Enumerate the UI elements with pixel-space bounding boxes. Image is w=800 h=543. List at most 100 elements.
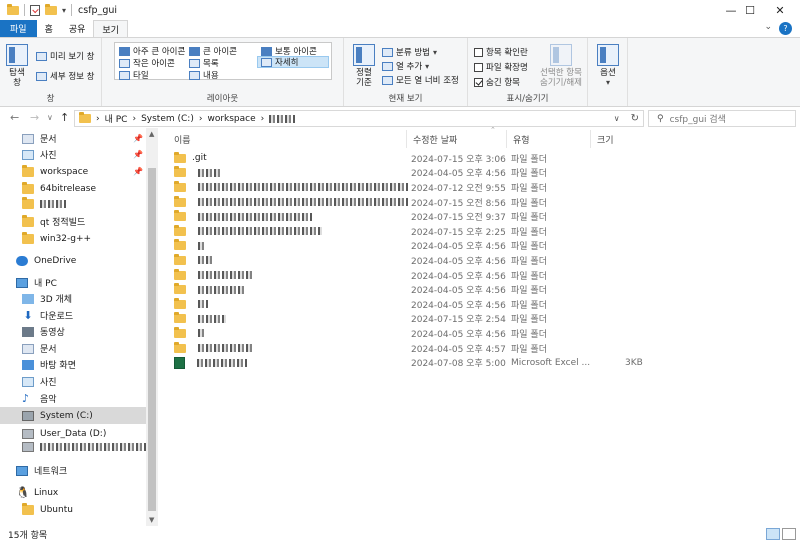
sidebar-item-label: 바탕 화면: [40, 361, 76, 371]
breadcrumb-redacted[interactable]: [269, 114, 296, 123]
redacted-file-name: [198, 168, 220, 177]
scroll-up-icon[interactable]: ▲: [149, 130, 154, 138]
breadcrumb-separator: ›: [198, 113, 203, 124]
refresh-icon[interactable]: ↻: [631, 113, 639, 124]
fit-columns-button[interactable]: 모든 열 너비 조정: [382, 74, 459, 86]
table-row[interactable]: .git 2024-07-15 오후 3:06 파일 폴더: [168, 151, 798, 166]
back-arrow-icon[interactable]: ←: [10, 111, 19, 124]
sidebar-item-videos[interactable]: 동영상: [0, 323, 146, 340]
chevron-down-icon[interactable]: ∨: [614, 114, 620, 123]
sidebar-item-documents[interactable]: 문서 📌: [0, 130, 146, 147]
group-by-button[interactable]: 분류 방법 ▾: [382, 46, 437, 58]
sidebar-item-desktop[interactable]: 바탕 화면: [0, 356, 146, 373]
table-row[interactable]: 2024-04-05 오후 4:56 파일 폴더: [168, 282, 798, 297]
breadcrumb-workspace[interactable]: workspace: [207, 114, 255, 124]
recent-locations-icon[interactable]: ∨: [47, 113, 53, 122]
table-row[interactable]: 2024-04-05 오후 4:57 파일 폴더: [168, 341, 798, 356]
table-row[interactable]: 2024-04-05 오후 4:56 파일 폴더: [168, 239, 798, 254]
table-row[interactable]: 2024-07-08 오후 5:00 Microsoft Excel ... 3KB: [168, 355, 798, 370]
layout-small-icons[interactable]: 작은 아이콘: [119, 57, 175, 69]
tab-view[interactable]: 보기: [93, 20, 128, 37]
redacted-file-name: [198, 314, 226, 323]
help-icon[interactable]: ?: [779, 22, 792, 35]
forward-arrow-icon[interactable]: →: [30, 111, 39, 124]
address-bar[interactable]: › 내 PC › System (C:) › workspace › ∨ ↻: [74, 110, 644, 127]
sidebar-item-ubuntu[interactable]: Ubuntu: [0, 501, 146, 518]
sort-by-button[interactable]: 정렬 기준: [350, 44, 378, 88]
folder-icon: [22, 214, 34, 227]
table-row[interactable]: 2024-07-15 오전 8:56 파일 폴더: [168, 195, 798, 210]
sidebar-item-3d-objects[interactable]: 3D 개체: [0, 290, 146, 307]
file-extensions-toggle[interactable]: 파일 확장명: [474, 61, 528, 73]
file-name-cell: [174, 268, 254, 280]
sidebar-item-qt-static[interactable]: qt 정적빌드: [0, 213, 146, 230]
computer-icon: [16, 277, 28, 288]
sidebar-item-system-c[interactable]: System (C:): [0, 407, 146, 424]
hidden-items-toggle[interactable]: 숨긴 항목: [474, 76, 520, 88]
preview-pane-icon: [36, 51, 47, 61]
table-row[interactable]: 2024-07-15 오후 2:54 파일 폴더: [168, 312, 798, 327]
layout-extra-large-icons[interactable]: 아주 큰 아이콘: [119, 45, 185, 57]
sidebar-item-photos[interactable]: 사진: [0, 373, 146, 390]
item-checkboxes-toggle[interactable]: 항목 확인란: [474, 46, 528, 58]
sidebar-item-docs[interactable]: 문서: [0, 340, 146, 357]
column-header-type[interactable]: 유형: [507, 130, 591, 148]
redacted-file-name: [198, 271, 254, 280]
column-header-name[interactable]: 이름: [168, 130, 407, 148]
breadcrumb-system-c[interactable]: System (C:): [141, 114, 194, 124]
preview-pane-button[interactable]: 미리 보기 창: [36, 50, 95, 62]
layout-details[interactable]: 자세히: [257, 56, 329, 68]
sidebar-item-pictures[interactable]: 사진 📌: [0, 146, 146, 163]
scroll-down-icon[interactable]: ▼: [149, 516, 154, 524]
modified-date: 2024-04-05 오후 4:56: [411, 271, 506, 282]
close-button[interactable]: ✕: [760, 0, 800, 20]
table-row[interactable]: 2024-07-15 오전 9:37 파일 폴더: [168, 209, 798, 224]
layout-large-icons[interactable]: 큰 아이콘: [189, 45, 237, 57]
tab-share[interactable]: 공유: [61, 20, 94, 37]
customize-toolbar-icon[interactable]: ▾: [62, 6, 66, 15]
details-pane-button[interactable]: 세부 정보 창: [36, 70, 95, 82]
sidebar-item-redacted[interactable]: [0, 195, 146, 212]
sidebar-item-redacted-drive[interactable]: [0, 438, 146, 455]
table-row[interactable]: 2024-04-05 오후 4:56 파일 폴더: [168, 253, 798, 268]
breadcrumb-thispc[interactable]: 내 PC: [105, 112, 128, 125]
address-row: ← → ∨ ↑ › 내 PC › System (C:) › workspace…: [0, 108, 800, 128]
table-row[interactable]: 2024-04-05 오후 4:56 파일 폴더: [168, 268, 798, 283]
hide-selected-button[interactable]: 선택한 항목 숨기기/해제: [536, 44, 586, 88]
sidebar-scrollbar-thumb[interactable]: [148, 168, 156, 511]
options-button[interactable]: 옵션 ▾: [596, 44, 620, 88]
chevron-down-icon[interactable]: ⌄: [764, 22, 772, 32]
column-header-size[interactable]: 크기: [591, 130, 671, 148]
nav-pane-button[interactable]: 탐색 창: [4, 44, 30, 88]
add-columns-button[interactable]: 열 추가 ▾: [382, 60, 429, 72]
layout-content[interactable]: 내용: [189, 69, 219, 81]
chevron-down-icon: ▾: [425, 61, 430, 71]
up-arrow-icon[interactable]: ↑: [60, 111, 69, 124]
sidebar-item-linux[interactable]: 🐧 Linux: [0, 484, 146, 501]
table-row[interactable]: 2024-07-12 오전 9:55 파일 폴더: [168, 180, 798, 195]
table-row[interactable]: 2024-04-05 오후 4:56 파일 폴더: [168, 297, 798, 312]
table-row[interactable]: 2024-04-05 오후 4:56 파일 폴더: [168, 326, 798, 341]
sidebar-item-label: 다운로드: [40, 312, 74, 322]
sidebar-item-workspace[interactable]: workspace 📌: [0, 163, 146, 180]
sidebar-item-network[interactable]: 네트워크: [0, 462, 146, 479]
new-folder-icon[interactable]: [45, 3, 57, 15]
details-pane-icon: [36, 71, 47, 81]
properties-icon[interactable]: [30, 4, 40, 16]
sidebar-item-win32-gpp[interactable]: win32-g++: [0, 230, 146, 247]
table-row[interactable]: 2024-07-15 오후 2:25 파일 폴더: [168, 224, 798, 239]
details-view-button[interactable]: [766, 528, 780, 540]
large-icons-view-button[interactable]: [782, 528, 796, 540]
sidebar-item-downloads[interactable]: ⬇ 다운로드: [0, 307, 146, 324]
file-type: 파일 폴더: [511, 227, 547, 238]
sidebar-item-onedrive[interactable]: OneDrive: [0, 252, 146, 269]
layout-list[interactable]: 목록: [189, 57, 219, 69]
layout-tiles[interactable]: 타일: [119, 69, 149, 81]
sidebar-item-thispc[interactable]: 내 PC: [0, 274, 146, 291]
tab-home[interactable]: 홈: [37, 20, 61, 37]
modified-date: 2024-04-05 오후 4:56: [411, 329, 506, 340]
sidebar-item-music[interactable]: ♪ 음악: [0, 390, 146, 407]
search-input[interactable]: ⚲ csfp_gui 검색: [648, 110, 796, 127]
tab-file[interactable]: 파일: [0, 20, 37, 37]
table-row[interactable]: 2024-04-05 오후 4:56 파일 폴더: [168, 166, 798, 181]
